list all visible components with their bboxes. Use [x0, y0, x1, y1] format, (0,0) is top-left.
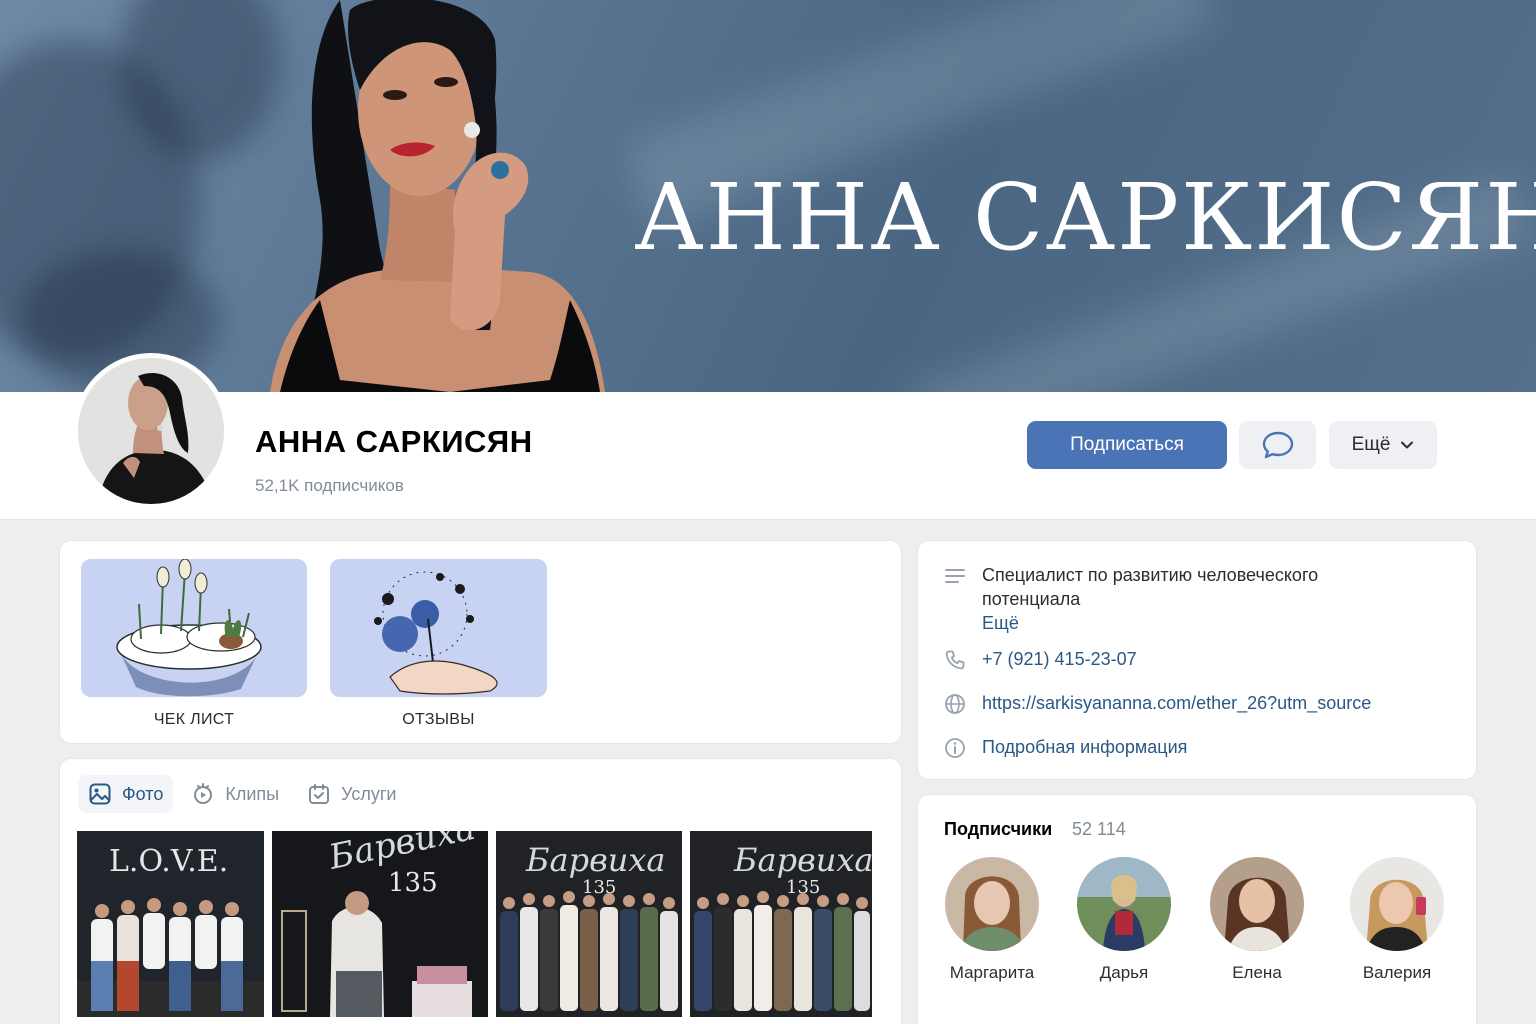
services-icon — [309, 784, 330, 804]
subscriber-name: Дарья — [1099, 963, 1149, 982]
profile-avatar[interactable] — [73, 353, 229, 509]
photo-item[interactable]: Барвиха 135 — [690, 831, 872, 1017]
subscriber-name: Елена — [1232, 963, 1282, 982]
group-photo: Барвиха 135 — [690, 831, 872, 1017]
island-illustration — [81, 559, 307, 697]
group-photo: Барвиха 135 — [272, 831, 488, 1017]
subscriber-avatar — [1210, 857, 1304, 951]
subscriber-item[interactable]: Маргарита — [937, 857, 1047, 983]
tab-clips[interactable]: Клипы — [181, 775, 289, 813]
highlights-card: ЧЕК ЛИСТ ОТЗЫВЫ — [59, 540, 902, 744]
description-line: Специалист по развитию человеческого — [982, 565, 1319, 585]
info-website[interactable]: https://sarkisyananna.com/ether_26?utm_s… — [944, 691, 1371, 715]
cover-title: АННА САРКИСЯН — [634, 164, 1536, 271]
info-icon — [945, 738, 965, 758]
photo-item[interactable]: Барвиха 135 — [272, 831, 488, 1017]
subscriber-item[interactable]: Елена — [1202, 857, 1312, 983]
profile-name: АННА САРКИСЯН — [255, 424, 533, 459]
message-button[interactable] — [1239, 421, 1316, 469]
cover-image: АННА САРКИСЯН — [0, 0, 1536, 392]
photo-sign: Барвиха — [525, 841, 665, 879]
dandelion-illustration — [330, 559, 547, 697]
tab-label: Клипы — [225, 783, 280, 804]
info-card: Специалист по развитию человеческого пот… — [917, 540, 1477, 780]
subscriber-avatar — [1077, 857, 1171, 951]
details-link[interactable]: Подробная информация — [982, 735, 1187, 759]
subscriber-avatar — [1350, 857, 1444, 951]
subscribe-button[interactable]: Подписаться — [1027, 421, 1227, 469]
photo-item[interactable]: L.O.V.E. — [77, 831, 264, 1017]
highlight-label: ОТЗЫВЫ — [402, 711, 475, 728]
subscriber-item[interactable]: Валерия — [1342, 857, 1452, 983]
description-line: потенциала — [982, 589, 1081, 609]
globe-icon — [945, 694, 965, 714]
photo-number: 135 — [388, 868, 438, 898]
subscriber-avatar — [945, 857, 1039, 951]
description-more-link[interactable]: Ещё — [982, 611, 1318, 635]
phone-icon — [945, 650, 965, 670]
tab-label: Фото — [122, 783, 164, 804]
highlight-thumbnail — [81, 559, 307, 697]
group-photo: Барвиха 135 — [496, 831, 682, 1017]
photo-item[interactable]: Барвиха 135 — [496, 831, 682, 1017]
subscribers-title[interactable]: Подписчики — [944, 819, 1052, 840]
highlight-label: ЧЕК ЛИСТ — [153, 711, 235, 728]
info-description: Специалист по развитию человеческого пот… — [944, 563, 1318, 635]
message-icon — [1262, 431, 1293, 459]
profile-subscriber-count[interactable]: 52,1K подписчиков — [255, 476, 404, 496]
media-tabs: Фото Клипы Услуги — [78, 775, 406, 813]
subscribers-card: Подписчики 52 114 Маргарита Дарья Елена … — [917, 794, 1477, 1024]
photo-sign: Барвиха — [733, 841, 872, 879]
tab-photos[interactable]: Фото — [78, 775, 174, 813]
info-phone[interactable]: +7 (921) 415-23-07 — [944, 647, 1137, 671]
portrait-photo — [270, 0, 605, 392]
media-card: Фото Клипы Услуги L.O.V.E. Барвиха 135 Б… — [59, 758, 902, 1024]
subscriber-name: Валерия — [1362, 963, 1432, 982]
more-button-label: Ещё — [1351, 434, 1391, 455]
tab-services[interactable]: Услуги — [297, 775, 406, 813]
subscriber-item[interactable]: Дарья — [1069, 857, 1179, 983]
subscriber-name: Маргарита — [949, 963, 1035, 982]
phone-number[interactable]: +7 (921) 415-23-07 — [982, 647, 1137, 671]
clips-icon — [194, 783, 213, 804]
more-button[interactable]: Ещё — [1329, 421, 1437, 469]
highlight-thumbnail — [330, 559, 547, 697]
tab-label: Услуги — [341, 783, 397, 804]
photo-grid: L.O.V.E. Барвиха 135 Барвиха 135 Барвиха… — [77, 831, 872, 1017]
avatar-photo — [78, 358, 224, 504]
group-photo: L.O.V.E. — [77, 831, 264, 1017]
info-details[interactable]: Подробная информация — [944, 735, 1187, 759]
image-icon — [89, 783, 111, 805]
text-lines-icon — [945, 569, 965, 583]
highlight-checklist[interactable]: ЧЕК ЛИСТ — [81, 559, 307, 729]
subscribers-count: 52 114 — [1072, 819, 1126, 839]
chevron-down-icon — [1401, 441, 1414, 449]
highlight-reviews[interactable]: ОТЗЫВЫ — [330, 559, 547, 729]
website-link[interactable]: https://sarkisyananna.com/ether_26?utm_s… — [982, 691, 1371, 715]
photo-sign: L.O.V.E. — [109, 844, 228, 879]
